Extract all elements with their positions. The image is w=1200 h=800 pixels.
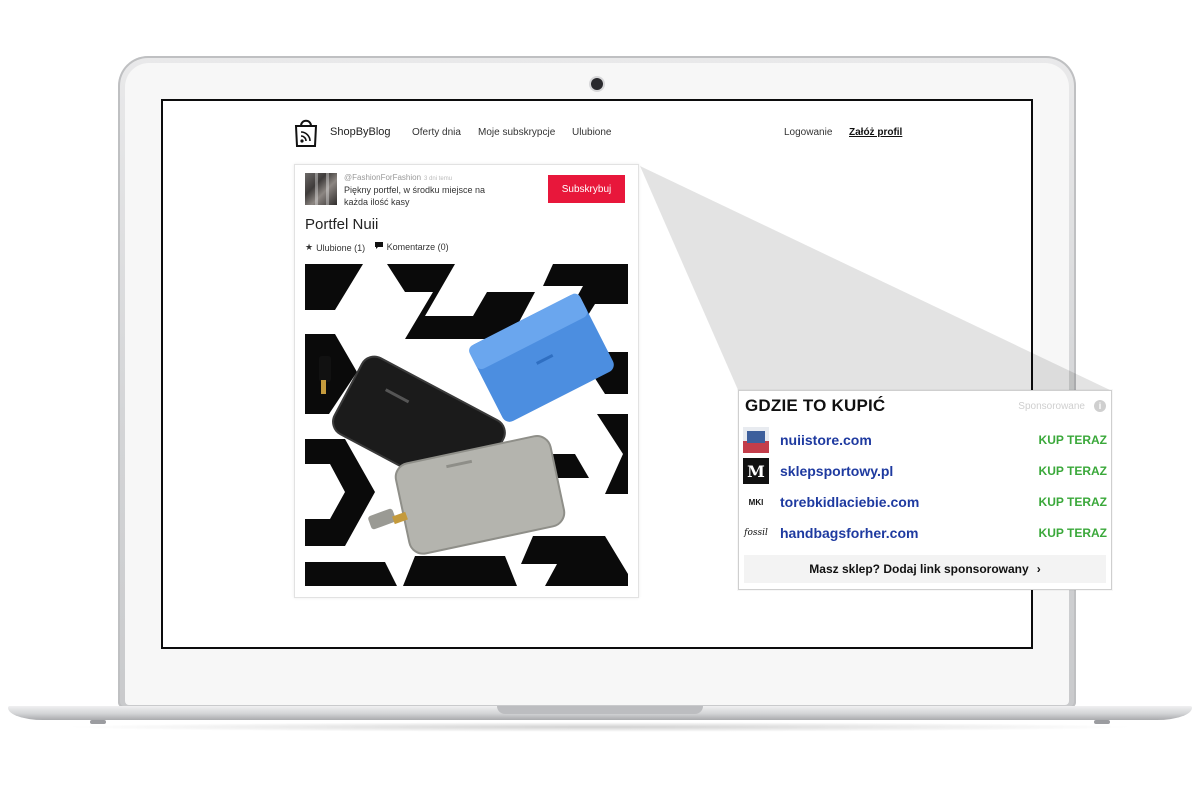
nav-favorites[interactable]: Ulubione [572,127,611,138]
laptop-shadow [60,722,1140,732]
m-logo-icon: M [743,458,769,484]
avatar[interactable] [305,173,337,205]
post-title: Portfel Nuii [305,216,379,233]
shop-link-nuiistore[interactable]: nuiistore.com [780,432,872,448]
comment-icon [374,241,384,252]
shop-row: MKI torebkidlaciebie.com KUP TERAZ [743,489,1107,517]
site-header: ShopByBlog Oferty dnia Moje subskrypcje … [163,101,1031,163]
site-logo-text[interactable]: ShopByBlog [330,126,391,138]
where-to-buy-title: GDZIE TO KUPIĆ [745,396,886,415]
post-author: @FashionForFashion 3 dni temu [344,173,452,182]
laptop-notch [497,706,703,714]
nav-subscriptions[interactable]: Moje subskrypcje [478,127,555,138]
product-photo[interactable] [305,264,628,586]
post-meta: ★ Ulubione (1) Komentarze (0) [305,241,455,253]
info-icon[interactable]: i [1094,400,1106,412]
laptop-foot [90,720,106,724]
buy-now-button[interactable]: KUP TERAZ [1039,495,1107,509]
shop-row: nuiistore.com KUP TERAZ [743,427,1107,455]
chevron-right-icon: › [1036,562,1041,576]
favorites-count: Ulubione (1) [316,242,366,253]
favorites-link[interactable]: ★ Ulubione (1) [305,242,365,253]
author-handle[interactable]: @FashionForFashion [344,173,421,182]
shop-link-sklepsportowy[interactable]: sklepsportowy.pl [780,463,893,479]
comments-count: Komentarze (0) [386,241,449,252]
buy-now-button[interactable]: KUP TERAZ [1039,526,1107,540]
add-sponsored-link-button[interactable]: Masz sklep? Dodaj link sponsorowany › [744,555,1106,583]
register-link[interactable]: Załóż profil [849,127,902,138]
star-icon: ★ [305,242,314,252]
where-to-buy-panel: GDZIE TO KUPIĆ Sponsorowane i nuiistore.… [738,390,1112,590]
post-description: Piękny portfel, w środku miejsce na każd… [344,185,486,207]
buy-now-button[interactable]: KUP TERAZ [1039,433,1107,447]
fossil-logo-icon: fossil [743,520,769,546]
post-card: @FashionForFashion 3 dni temu Piękny port… [294,164,639,598]
laptop-foot [1094,720,1110,724]
shop-row: M sklepsportowy.pl KUP TERAZ [743,458,1107,486]
nuii-logo-icon [743,427,769,453]
shop-row: fossil handbagsforher.com KUP TERAZ [743,520,1107,548]
comments-link[interactable]: Komentarze (0) [374,241,449,252]
subscribe-button[interactable]: Subskrybuj [548,175,625,203]
shopping-bag-logo-icon[interactable] [293,117,319,147]
shop-link-torebkidlaciebie[interactable]: torebkidlaciebie.com [780,494,919,510]
login-link[interactable]: Logowanie [784,127,832,138]
camera [591,78,603,90]
sponsored-label: Sponsorowane [1018,401,1085,412]
nav-deals[interactable]: Oferty dnia [412,127,461,138]
post-time: 3 dni temu [424,176,453,182]
shop-link-handbagsforher[interactable]: handbagsforher.com [780,525,918,541]
add-sponsored-link-label: Masz sklep? Dodaj link sponsorowany [809,562,1029,576]
buy-now-button[interactable]: KUP TERAZ [1039,464,1107,478]
mki-logo-icon: MKI [743,489,769,515]
